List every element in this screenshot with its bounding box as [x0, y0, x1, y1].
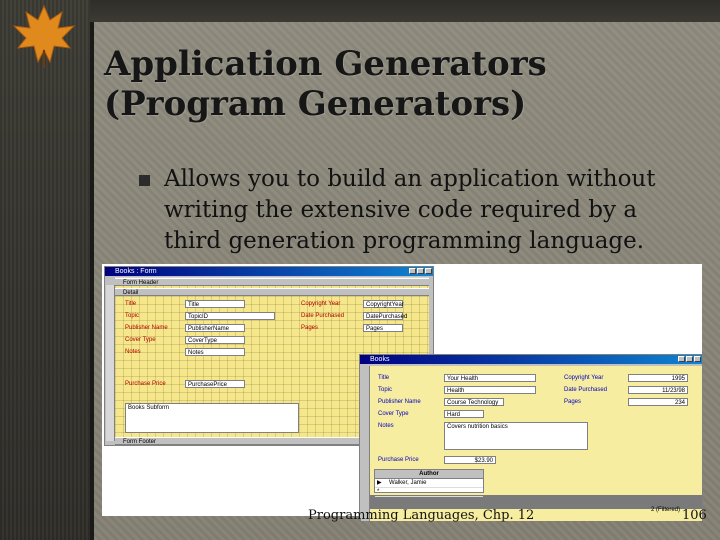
author-column-header: Author [375, 470, 483, 479]
form-window-titlebar: Books [360, 355, 702, 364]
form-field-price[interactable]: $23.90 [444, 456, 496, 464]
design-field-date[interactable]: DatePurchased [363, 312, 407, 320]
design-label-date: Date Purchased [301, 313, 345, 319]
design-label-price: Purchase Price [125, 381, 166, 387]
form-label-date: Date Purchased [564, 387, 608, 393]
bullet-text: Allows you to build an application witho… [164, 166, 656, 254]
bullet-square-icon [139, 175, 150, 186]
slide-footer: Programming Languages, Chp. 12 [308, 508, 535, 523]
design-label-copyright: Copyright Year [301, 301, 341, 307]
design-field-pages[interactable]: Pages [363, 324, 403, 332]
maximize-icon[interactable] [417, 268, 424, 274]
top-texture-strip [90, 0, 720, 22]
maximize-icon[interactable] [686, 356, 693, 362]
design-window-title: Books : Form [115, 268, 157, 275]
minimize-icon[interactable] [678, 356, 685, 362]
design-field-topic[interactable]: TopicID [185, 312, 275, 320]
form-field-pages[interactable]: 234 [628, 398, 688, 406]
design-label-notes: Notes [125, 349, 141, 355]
design-field-title[interactable]: Title [185, 300, 245, 308]
form-label-title: Title [378, 375, 390, 381]
new-record-icon: * [377, 489, 380, 495]
record-selector[interactable] [361, 366, 370, 521]
design-field-price[interactable]: PurchasePrice [185, 380, 245, 388]
design-field-copyright[interactable]: CopyrightYear [363, 300, 404, 308]
close-icon[interactable] [694, 356, 701, 362]
form-label-topic: Topic [378, 387, 393, 393]
section-form-header[interactable]: Form Header [115, 278, 429, 286]
design-label-pages: Pages [301, 325, 319, 331]
form-label-notes: Notes [378, 423, 394, 429]
slide-title-line1: Application Generators [104, 44, 547, 84]
form-field-notes[interactable]: Covers nutrition basics [444, 422, 588, 450]
author-row[interactable]: ▶ Walker, Jamie [375, 479, 483, 488]
form-window-title: Books [370, 356, 390, 363]
design-label-publisher: Publisher Name [125, 325, 168, 331]
form-label-publisher: Publisher Name [378, 399, 421, 405]
slide-title-line2: (Program Generators) [104, 84, 527, 124]
books-subform[interactable]: Books Subform [125, 403, 299, 433]
design-field-cover[interactable]: CoverType [185, 336, 245, 344]
form-field-topic[interactable]: Health [444, 386, 536, 394]
autumn-leaf-icon [12, 4, 76, 68]
record-pointer-icon: ▶ [377, 480, 382, 486]
form-label-copyright: Copyright Year [564, 375, 604, 381]
form-view-window: Books Title Your Health Topic Health Pub… [359, 354, 703, 521]
record-status: 2 (Filtered) [650, 507, 680, 513]
form-field-date[interactable]: 11/23/98 [628, 386, 688, 394]
slide-title: Application Generators (Program Generato… [104, 44, 664, 124]
design-label-cover: Cover Type [125, 337, 156, 343]
design-field-notes[interactable]: Notes [185, 348, 245, 356]
design-label-title: Title [125, 301, 137, 307]
minimize-icon[interactable] [409, 268, 416, 274]
vertical-ruler [106, 285, 115, 441]
design-label-topic: Topic [125, 313, 140, 319]
form-field-title[interactable]: Your Health [444, 374, 536, 382]
page-number: 106 [682, 508, 707, 523]
left-texture-strip [0, 0, 90, 540]
section-detail[interactable]: Detail [115, 288, 429, 296]
design-field-publisher[interactable]: PublisherName [185, 324, 245, 332]
form-field-copyright[interactable]: 1995 [628, 374, 688, 382]
form-field-cover[interactable]: Hard [444, 410, 484, 418]
close-icon[interactable] [425, 268, 432, 274]
form-label-price: Purchase Price [378, 457, 419, 463]
form-field-publisher[interactable]: Course Technology [444, 398, 504, 406]
author-subform: Author ▶ Walker, Jamie * [374, 469, 484, 497]
window-controls [677, 356, 701, 365]
form-label-cover: Cover Type [378, 411, 409, 417]
author-value: Walker, Jamie [389, 480, 427, 486]
author-row-new[interactable]: * [375, 488, 483, 497]
form-label-pages: Pages [564, 399, 582, 405]
design-window-titlebar: Books : Form [105, 267, 433, 276]
window-controls [408, 268, 432, 277]
